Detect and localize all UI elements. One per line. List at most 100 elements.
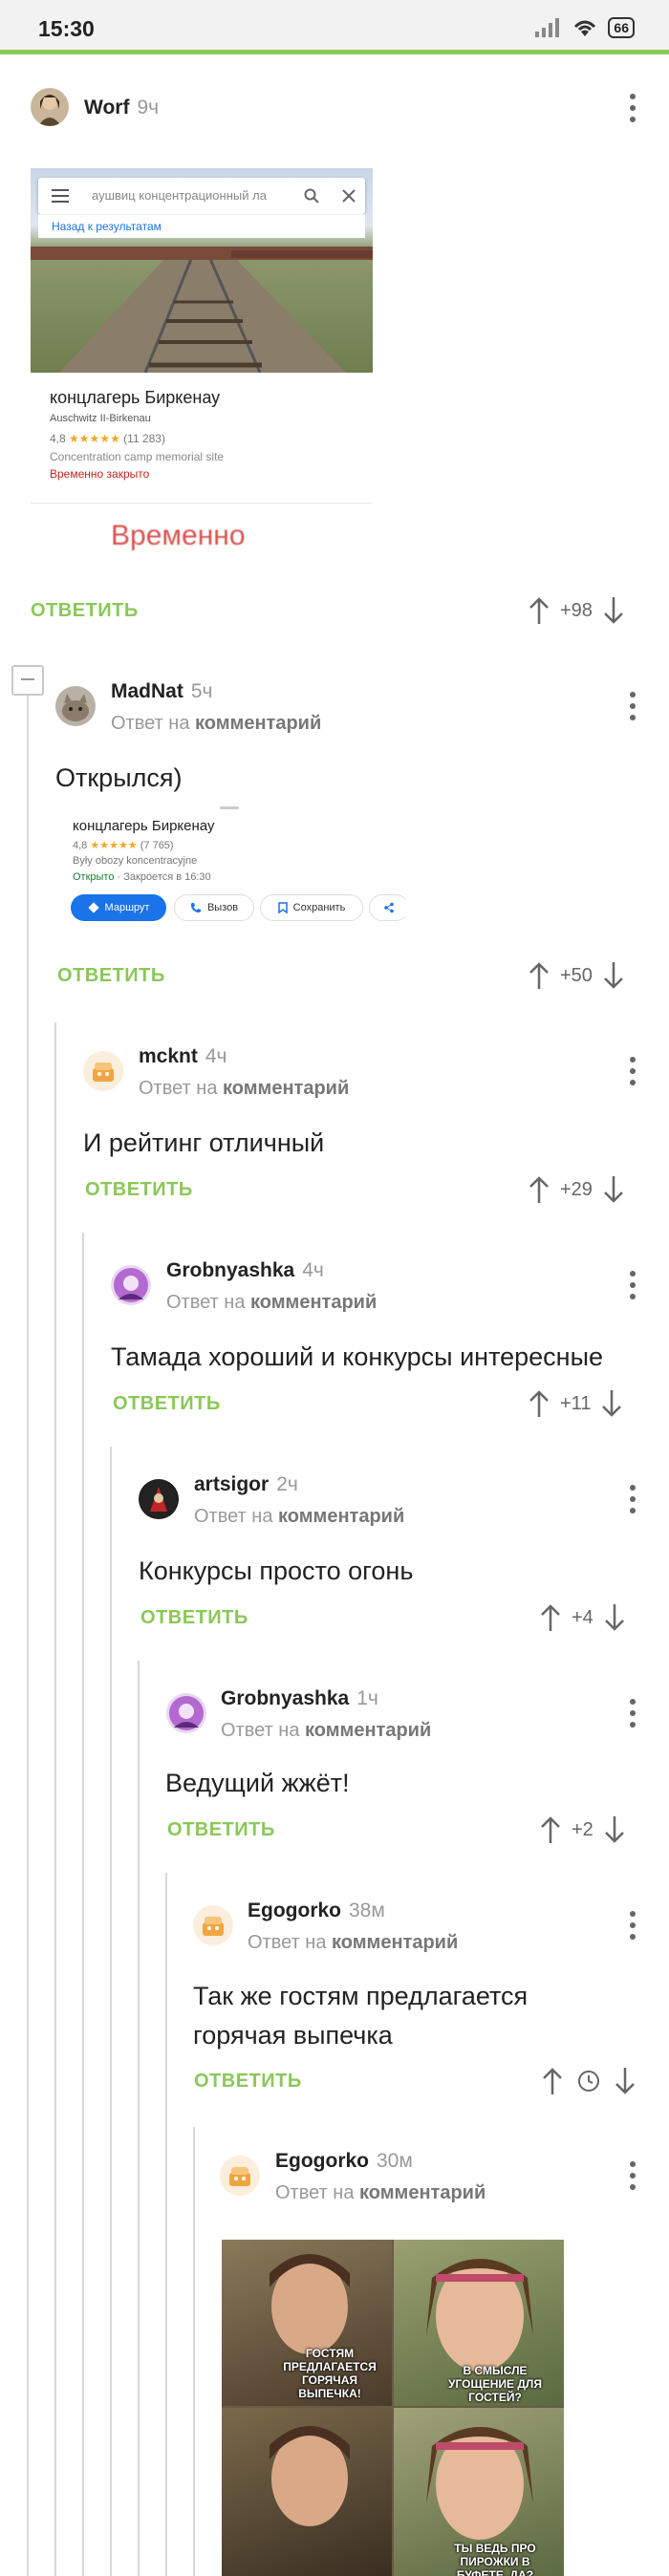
thread-line-2[interactable]: [54, 1022, 56, 2576]
comment-image[interactable]: концлагерь Биркенау 4,8 ★★★★★ (7 765) By…: [55, 801, 405, 934]
author-name[interactable]: Egogorko: [248, 1900, 341, 1921]
upvote-icon[interactable]: [528, 961, 550, 990]
reply-to-link[interactable]: Ответ на комментарий: [248, 1932, 458, 1954]
upvote-icon[interactable]: [541, 2067, 564, 2095]
reply-to-prefix: Ответ на: [166, 1292, 246, 1313]
avatar[interactable]: [83, 1051, 123, 1091]
thread-line-3[interactable]: [82, 1233, 84, 2576]
reply-to-prefix: Ответ на: [111, 713, 190, 734]
thread-line-4[interactable]: [110, 1447, 112, 2576]
downvote-icon[interactable]: [600, 1389, 623, 1418]
reply-button[interactable]: ОТВЕТИТЬ: [167, 1819, 275, 1841]
post-image[interactable]: аушвиц концентрационный ла Назад к резул…: [31, 168, 373, 566]
share-button[interactable]: [369, 894, 405, 921]
reply-button[interactable]: ОТВЕТИТЬ: [194, 2071, 302, 2093]
reply-to-target[interactable]: комментарий: [195, 713, 321, 734]
place-status: Временно закрыто: [50, 467, 150, 481]
avatar[interactable]: [55, 686, 96, 726]
upvote-icon[interactable]: [539, 1603, 562, 1632]
downvote-icon[interactable]: [602, 961, 625, 990]
back-to-results[interactable]: Назад к результатам: [38, 214, 365, 238]
call-button[interactable]: Вызов: [174, 894, 254, 921]
reply-button[interactable]: ОТВЕТИТЬ: [85, 1179, 193, 1201]
meme-image[interactable]: ГОСТЯМ ПРЕДЛАГАЕТСЯ ГОРЯЧАЯ ВЫПЕЧКА! В С…: [222, 2240, 564, 2576]
reply-to-link[interactable]: Ответ на комментарий: [111, 713, 321, 735]
comment-author[interactable]: Egogorko 30м: [275, 2150, 413, 2173]
reply-button[interactable]: ОТВЕТИТЬ: [31, 600, 139, 622]
author-name[interactable]: MadNat: [111, 680, 183, 702]
downvote-icon[interactable]: [603, 1815, 626, 1844]
search-icon[interactable]: [304, 188, 319, 204]
vote-controls: +4: [539, 1603, 626, 1632]
comment-time: 2ч: [276, 1473, 298, 1495]
reply-button[interactable]: ОТВЕТИТЬ: [140, 1607, 248, 1629]
more-icon[interactable]: [629, 1057, 637, 1085]
comment-author[interactable]: Egogorko 38м: [248, 1900, 385, 1922]
downvote-icon[interactable]: [614, 2067, 637, 2095]
upvote-icon[interactable]: [539, 1815, 562, 1844]
reply-button[interactable]: ОТВЕТИТЬ: [113, 1393, 221, 1415]
map-search-box[interactable]: аушвиц концентрационный ла: [38, 178, 365, 214]
avatar[interactable]: [166, 1693, 206, 1733]
thread-line-6[interactable]: [165, 1873, 167, 2576]
author-name[interactable]: Grobnyashka: [166, 1259, 294, 1281]
reply-to-target[interactable]: комментарий: [250, 1292, 377, 1313]
more-icon[interactable]: [629, 1699, 637, 1728]
thread-line-1[interactable]: [27, 693, 29, 2576]
thread-line-7[interactable]: [193, 2127, 195, 2576]
reply-button[interactable]: ОТВЕТИТЬ: [57, 965, 165, 987]
status-time: 15:30: [38, 16, 95, 41]
rating-stars: ★★★★★: [90, 840, 138, 851]
upvote-icon[interactable]: [528, 596, 550, 625]
more-icon[interactable]: [629, 2161, 637, 2190]
close-icon[interactable]: [342, 189, 356, 203]
reply-to-link[interactable]: Ответ на комментарий: [166, 1292, 377, 1314]
avatar[interactable]: [31, 88, 69, 126]
reply-to-target[interactable]: комментарий: [332, 1932, 458, 1953]
comment-text: И рейтинг отличный: [83, 1128, 325, 1157]
author-name[interactable]: Worf: [84, 97, 129, 118]
more-icon[interactable]: [629, 1485, 637, 1513]
comment-author[interactable]: Grobnyashka 4ч: [166, 1259, 324, 1282]
post-author[interactable]: Worf 9ч: [84, 97, 159, 119]
menu-icon[interactable]: [52, 189, 69, 203]
avatar[interactable]: [220, 2156, 260, 2196]
comment-author[interactable]: artsigor 2ч: [194, 1473, 298, 1496]
downvote-icon[interactable]: [602, 596, 625, 625]
downvote-icon[interactable]: [602, 1175, 625, 1204]
avatar[interactable]: [193, 1905, 233, 1945]
comment-author[interactable]: Grobnyashka 1ч: [221, 1687, 378, 1710]
back-to-results-label[interactable]: Назад к результатам: [52, 220, 162, 233]
comment-author[interactable]: mcknt 4ч: [139, 1045, 227, 1068]
upvote-icon[interactable]: [528, 1389, 550, 1418]
collapse-thread-button[interactable]: [11, 665, 44, 696]
reply-to-link[interactable]: Ответ на комментарий: [221, 1720, 431, 1742]
reply-to-target[interactable]: комментарий: [223, 1078, 349, 1099]
route-label[interactable]: Маршрут: [105, 902, 150, 913]
call-label[interactable]: Вызов: [207, 902, 238, 913]
reply-to-target[interactable]: комментарий: [305, 1720, 431, 1741]
upvote-icon[interactable]: [528, 1175, 550, 1204]
thread-line-5[interactable]: [138, 1661, 140, 2576]
avatar[interactable]: [139, 1479, 179, 1519]
more-icon[interactable]: [629, 94, 637, 122]
comment-author[interactable]: MadNat 5ч: [111, 680, 212, 703]
save-label[interactable]: Сохранить: [293, 902, 346, 913]
avatar[interactable]: [111, 1265, 151, 1305]
route-button[interactable]: Маршрут: [71, 894, 166, 921]
more-icon[interactable]: [629, 692, 637, 720]
save-button[interactable]: Сохранить: [260, 894, 363, 921]
reply-to-link[interactable]: Ответ на комментарий: [275, 2182, 486, 2204]
reply-to-link[interactable]: Ответ на комментарий: [139, 1078, 349, 1100]
author-name[interactable]: artsigor: [194, 1473, 269, 1495]
share-icon: [384, 902, 394, 913]
reply-to-target[interactable]: комментарий: [359, 2182, 486, 2203]
author-name[interactable]: Egogorko: [275, 2150, 369, 2172]
reply-to-link[interactable]: Ответ на комментарий: [194, 1506, 404, 1528]
downvote-icon[interactable]: [603, 1603, 626, 1632]
more-icon[interactable]: [629, 1911, 637, 1940]
reply-to-target[interactable]: комментарий: [278, 1506, 404, 1527]
author-name[interactable]: Grobnyashka: [221, 1687, 349, 1709]
author-name[interactable]: mcknt: [139, 1045, 198, 1067]
more-icon[interactable]: [629, 1271, 637, 1299]
